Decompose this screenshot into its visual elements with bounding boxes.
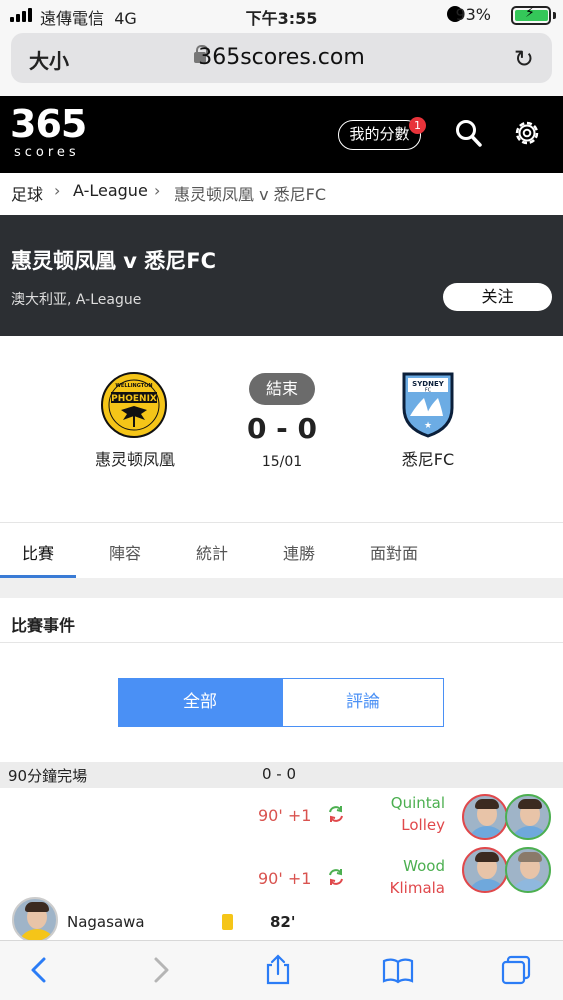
substitution-event[interactable]: 90' +1 Quintal Lolley bbox=[0, 788, 563, 848]
site-header: 365 scores 我的分數 1 bbox=[0, 96, 563, 173]
match-events: 比賽事件 全部 評論 90分鐘完場 0 - 0 90' +1 Quintal L… bbox=[0, 598, 563, 943]
away-team-logo[interactable]: SYDNEY FC ★ bbox=[402, 372, 454, 438]
yellow-card-icon bbox=[222, 914, 233, 930]
breadcrumb-soccer[interactable]: 足球 bbox=[11, 181, 43, 205]
browser-address-area: 大小 365scores.com ↻ bbox=[0, 30, 563, 96]
event-minute: 90' +1 bbox=[258, 806, 312, 825]
fulltime-score: 0 - 0 bbox=[262, 765, 297, 783]
fulltime-row: 90分鐘完場 0 - 0 bbox=[0, 762, 563, 788]
battery-icon: ⚡ bbox=[511, 5, 551, 25]
battery-percent: 93% bbox=[455, 5, 491, 24]
player-out-name[interactable]: Lolley bbox=[401, 816, 445, 834]
home-team-logo[interactable]: WELLINGTON PHOENIX bbox=[101, 372, 167, 438]
tabs-icon[interactable] bbox=[500, 954, 532, 986]
events-title: 比賽事件 bbox=[11, 616, 76, 635]
browser-toolbar bbox=[0, 940, 563, 1000]
tab-head-to-head[interactable]: 面對面 bbox=[370, 540, 418, 564]
player-out-avatar[interactable] bbox=[462, 847, 508, 893]
tab-match[interactable]: 比賽 bbox=[22, 540, 54, 564]
active-tab-indicator bbox=[0, 575, 76, 578]
breadcrumb-match: 惠灵顿凤凰 v 悉尼FC bbox=[174, 185, 327, 204]
tab-streaks[interactable]: 連勝 bbox=[283, 540, 315, 564]
svg-text:PHOENIX: PHOENIX bbox=[111, 394, 157, 404]
match-tabs: 比賽 陣容 統計 連勝 面對面 bbox=[0, 522, 563, 578]
filter-comments-button[interactable]: 評論 bbox=[282, 678, 444, 727]
forward-icon[interactable] bbox=[144, 954, 176, 986]
svg-text:FC: FC bbox=[425, 388, 432, 394]
divider bbox=[0, 642, 563, 643]
card-event[interactable]: Nagasawa 82' bbox=[0, 895, 563, 945]
reload-icon[interactable]: ↻ bbox=[514, 45, 534, 73]
svg-text:WELLINGTON: WELLINGTON bbox=[115, 383, 152, 389]
notification-badge: 1 bbox=[409, 117, 426, 134]
card-minute: 82' bbox=[270, 913, 296, 931]
bookmarks-icon[interactable] bbox=[382, 954, 414, 986]
page: 遠傳電信 4G 下午3:55 93% ⚡ 大小 365scores.com ↻ … bbox=[0, 0, 563, 1000]
match-status-badge: 結束 bbox=[249, 373, 315, 405]
gear-icon[interactable] bbox=[512, 118, 542, 148]
match-header: 惠灵顿凤凰 v 悉尼FC 澳大利亚, A-League 关注 bbox=[0, 215, 563, 336]
filter-all-button[interactable]: 全部 bbox=[118, 678, 282, 727]
fulltime-label: 90分鐘完場 bbox=[8, 767, 88, 785]
chevron-right-icon: › bbox=[54, 181, 61, 200]
breadcrumb: 足球 › A-League › 惠灵顿凤凰 v 悉尼FC bbox=[0, 173, 563, 215]
scoreboard: WELLINGTON PHOENIX 惠灵顿凤凰 結束 0 - 0 15/01 … bbox=[0, 336, 563, 522]
match-title: 惠灵顿凤凰 v 悉尼FC bbox=[11, 249, 217, 273]
match-score: 0 - 0 bbox=[246, 412, 318, 445]
svg-text:★: ★ bbox=[424, 421, 432, 431]
player-avatar[interactable] bbox=[12, 897, 58, 943]
player-out-avatar[interactable] bbox=[462, 794, 508, 840]
address-bar[interactable]: 大小 365scores.com ↻ bbox=[11, 33, 552, 83]
player-in-name[interactable]: Quintal bbox=[391, 794, 445, 812]
logo-wordmark: scores bbox=[14, 145, 80, 160]
chevron-right-icon: › bbox=[154, 181, 161, 200]
substitution-icon bbox=[329, 806, 343, 822]
share-icon[interactable] bbox=[262, 954, 294, 986]
tab-stats[interactable]: 統計 bbox=[196, 540, 228, 564]
card-player-name[interactable]: Nagasawa bbox=[67, 913, 145, 931]
event-minute: 90' +1 bbox=[258, 869, 312, 888]
player-in-avatar[interactable] bbox=[505, 794, 551, 840]
tab-lineups[interactable]: 陣容 bbox=[109, 540, 141, 564]
player-in-avatar[interactable] bbox=[505, 847, 551, 893]
search-icon[interactable] bbox=[455, 118, 483, 148]
player-in-name[interactable]: Wood bbox=[403, 857, 445, 875]
match-competition: 澳大利亚, A-League bbox=[11, 292, 142, 308]
substitution-icon bbox=[329, 869, 343, 885]
home-team-name[interactable]: 惠灵顿凤凰 bbox=[55, 446, 215, 470]
match-date: 15/01 bbox=[261, 454, 303, 470]
battery-tip bbox=[553, 12, 556, 19]
logo[interactable]: 365 bbox=[10, 105, 87, 143]
back-icon[interactable] bbox=[24, 954, 56, 986]
status-bar: 遠傳電信 4G 下午3:55 93% ⚡ bbox=[0, 0, 563, 30]
breadcrumb-league[interactable]: A-League bbox=[73, 181, 148, 200]
follow-button[interactable]: 关注 bbox=[443, 283, 552, 311]
url-text[interactable]: 365scores.com bbox=[11, 45, 552, 70]
away-team-name[interactable]: 悉尼FC bbox=[348, 446, 508, 470]
